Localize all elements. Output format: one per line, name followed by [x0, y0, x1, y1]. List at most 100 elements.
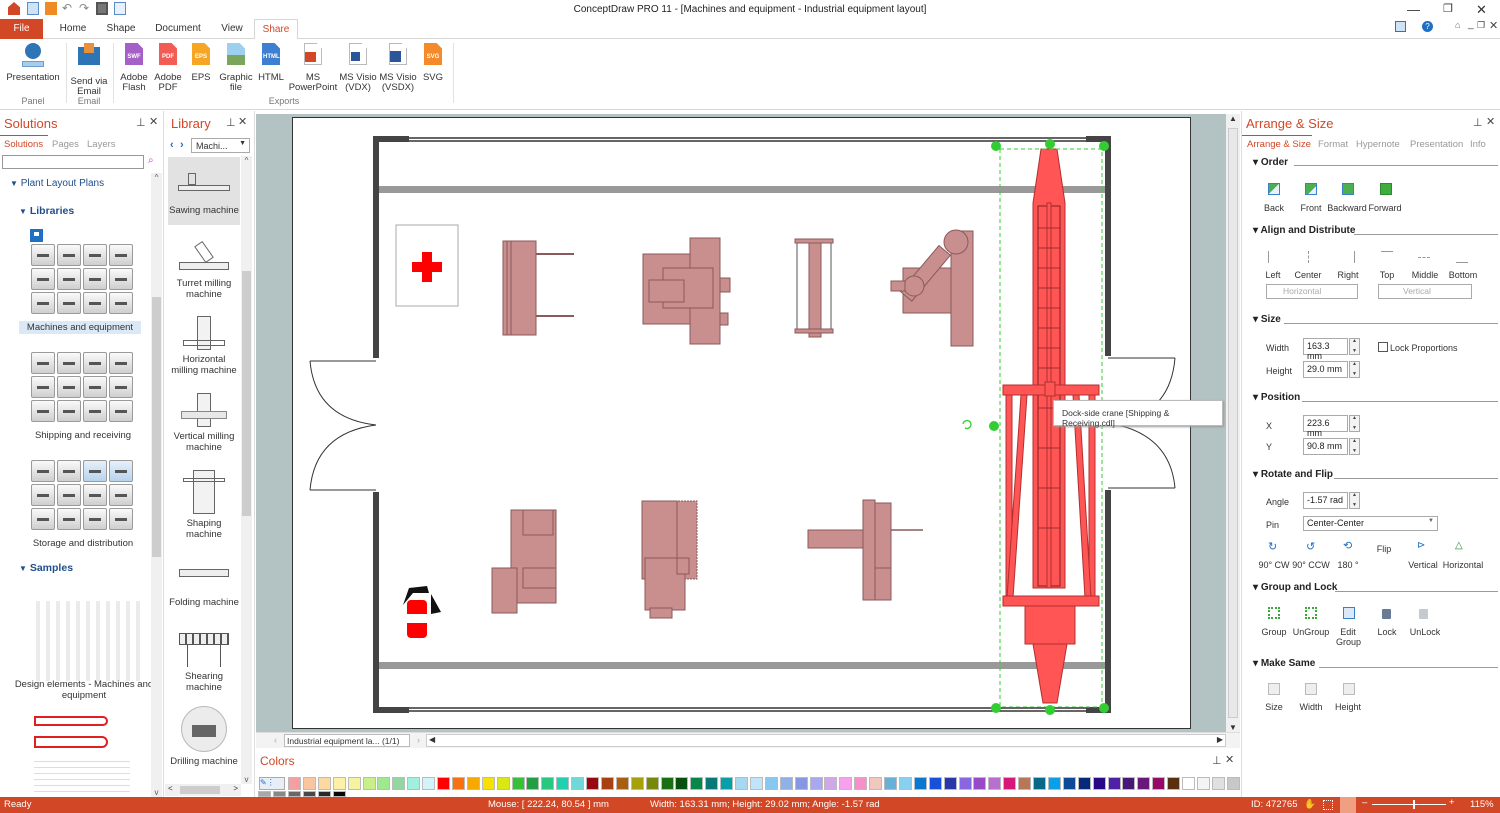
- color-swatch[interactable]: [586, 777, 599, 790]
- rotate-180-button[interactable]: 180 °: [1336, 560, 1360, 570]
- doc-restore-icon[interactable]: ❐: [1477, 20, 1485, 31]
- close-panel-icon[interactable]: ✕: [238, 115, 247, 128]
- library-item-vertical-milling-machine[interactable]: Vertical milling machine: [168, 393, 240, 453]
- tree-plant-layout-plans[interactable]: ▼ Plant Layout Plans: [10, 178, 104, 189]
- zoom-out-icon[interactable]: –: [1362, 797, 1367, 808]
- hand-tool-icon[interactable]: ✋: [1304, 799, 1316, 810]
- color-swatch[interactable]: [541, 777, 555, 790]
- same-height-button[interactable]: Height: [1333, 702, 1363, 712]
- align-right-button[interactable]: Right: [1333, 270, 1363, 280]
- color-swatch[interactable]: [1062, 777, 1076, 790]
- library-shipping-thumbnails[interactable]: [31, 352, 133, 422]
- tab-file[interactable]: File: [0, 19, 43, 39]
- color-swatch[interactable]: [1182, 777, 1195, 790]
- prev-page-icon[interactable]: ‹: [274, 735, 277, 745]
- graphic-file-button[interactable]: Graphic file: [216, 43, 256, 93]
- angle-spinner[interactable]: [1349, 492, 1360, 509]
- tab-info[interactable]: Info: [1470, 139, 1486, 150]
- color-swatch[interactable]: [362, 777, 376, 790]
- color-swatch[interactable]: [332, 777, 346, 790]
- library-item-shaping-machine[interactable]: Shaping machine: [168, 470, 240, 540]
- color-swatch[interactable]: [407, 777, 421, 790]
- color-swatch[interactable]: [749, 777, 763, 790]
- color-swatch[interactable]: [958, 777, 972, 790]
- align-top-button[interactable]: Top: [1374, 270, 1400, 280]
- color-swatch[interactable]: [690, 777, 704, 790]
- color-swatch[interactable]: [809, 777, 823, 790]
- color-swatch[interactable]: [422, 777, 436, 790]
- color-swatch[interactable]: [839, 777, 853, 790]
- edit-group-button[interactable]: Edit Group: [1336, 627, 1361, 647]
- color-swatch[interactable]: [824, 777, 838, 790]
- canvas-hscrollbar[interactable]: ◀ ▶: [426, 734, 1226, 747]
- next-library-icon[interactable]: ›: [180, 139, 184, 151]
- library-item-folding-machine[interactable]: Folding machine: [168, 565, 240, 608]
- color-swatch[interactable]: [1033, 777, 1046, 790]
- library-item-horizontal-milling-machine[interactable]: Horizontal milling machine: [168, 316, 240, 376]
- ms-visio-vsdx-button[interactable]: MS Visio (VSDX): [378, 43, 418, 93]
- tab-presentation[interactable]: Presentation: [1410, 139, 1463, 150]
- tab-share[interactable]: Share: [254, 19, 298, 40]
- pin-icon[interactable]: ⊥: [1212, 754, 1222, 767]
- next-page-icon[interactable]: ›: [417, 735, 420, 745]
- pin-icon[interactable]: ⊥: [226, 116, 236, 129]
- color-swatch[interactable]: [392, 777, 406, 790]
- tab-hypernote[interactable]: Hypernote: [1356, 139, 1400, 150]
- sample-thumbnail[interactable]: [30, 601, 140, 681]
- section-rotate-flip[interactable]: ▾ Rotate and Flip: [1253, 469, 1333, 480]
- page-selector[interactable]: Industrial equipment la... (1/1) ▼: [284, 734, 410, 756]
- close-panel-icon[interactable]: ✕: [1225, 753, 1234, 766]
- color-swatch[interactable]: [571, 777, 585, 790]
- lock-button[interactable]: Lock: [1375, 627, 1399, 637]
- tab-shape[interactable]: Shape: [102, 19, 140, 39]
- color-swatch[interactable]: [854, 777, 868, 790]
- align-bottom-button[interactable]: Bottom: [1446, 270, 1480, 280]
- color-swatch[interactable]: [630, 777, 644, 790]
- tree-libraries[interactable]: ▼ Libraries: [19, 205, 74, 217]
- collapse-ribbon-icon[interactable]: ⌂: [1455, 20, 1460, 30]
- rotate-90-ccw-button[interactable]: 90° CCW: [1292, 560, 1330, 570]
- angle-input[interactable]: -1.57 rad: [1303, 492, 1348, 509]
- tab-view[interactable]: View: [215, 19, 249, 39]
- help-icon[interactable]: ?: [1422, 21, 1433, 32]
- color-swatch[interactable]: [943, 777, 957, 790]
- unlock-button[interactable]: UnLock: [1408, 627, 1442, 637]
- section-align-distribute[interactable]: ▾ Align and Distribute: [1253, 225, 1355, 236]
- send-via-email-button[interactable]: Send via Email: [68, 43, 110, 97]
- color-swatch[interactable]: [928, 777, 942, 790]
- color-swatch[interactable]: [1167, 777, 1181, 790]
- color-swatch[interactable]: [705, 777, 719, 790]
- minimize-icon[interactable]: —: [1407, 2, 1420, 17]
- restore-icon[interactable]: ❐: [1443, 2, 1453, 15]
- color-swatch[interactable]: [1018, 777, 1032, 790]
- forward-button[interactable]: Forward: [1366, 203, 1404, 213]
- color-swatch[interactable]: [720, 777, 734, 790]
- color-swatch[interactable]: [973, 777, 987, 790]
- close-panel-icon[interactable]: ✕: [149, 115, 158, 128]
- library-scrollbar[interactable]: ^ v: [241, 156, 252, 784]
- color-swatch[interactable]: [1107, 777, 1121, 790]
- library-item-shearing-machine[interactable]: Shearing machine: [168, 633, 240, 693]
- zoom-area-icon[interactable]: [1323, 800, 1333, 810]
- color-swatch[interactable]: [1211, 777, 1225, 790]
- same-width-button[interactable]: Width: [1296, 702, 1326, 712]
- sample-crane-thumbnail[interactable]: [34, 716, 108, 726]
- tab-document[interactable]: Document: [150, 19, 206, 39]
- presentation-button[interactable]: Presentation: [4, 43, 62, 83]
- library-hscrollbar[interactable]: < >: [165, 784, 241, 796]
- width-input[interactable]: 163.3 mm: [1303, 338, 1348, 361]
- position-y-input[interactable]: 90.8 mm: [1303, 438, 1348, 455]
- backward-button[interactable]: Backward: [1327, 203, 1367, 213]
- color-swatch[interactable]: [317, 777, 331, 790]
- section-make-same[interactable]: ▾ Make Same: [1253, 658, 1315, 669]
- tab-home[interactable]: Home: [52, 19, 94, 39]
- flip-horizontal-button[interactable]: Horizontal: [1442, 560, 1484, 570]
- color-swatch[interactable]: [496, 777, 510, 790]
- search-icon[interactable]: ⌕: [148, 155, 154, 166]
- tab-layers[interactable]: Layers: [87, 139, 116, 150]
- tab-arrange-size[interactable]: Arrange & Size: [1247, 139, 1311, 150]
- tab-pages[interactable]: Pages: [52, 139, 79, 150]
- back-button[interactable]: Back: [1259, 203, 1289, 213]
- color-swatch[interactable]: [645, 777, 659, 790]
- color-swatch[interactable]: [1092, 777, 1106, 790]
